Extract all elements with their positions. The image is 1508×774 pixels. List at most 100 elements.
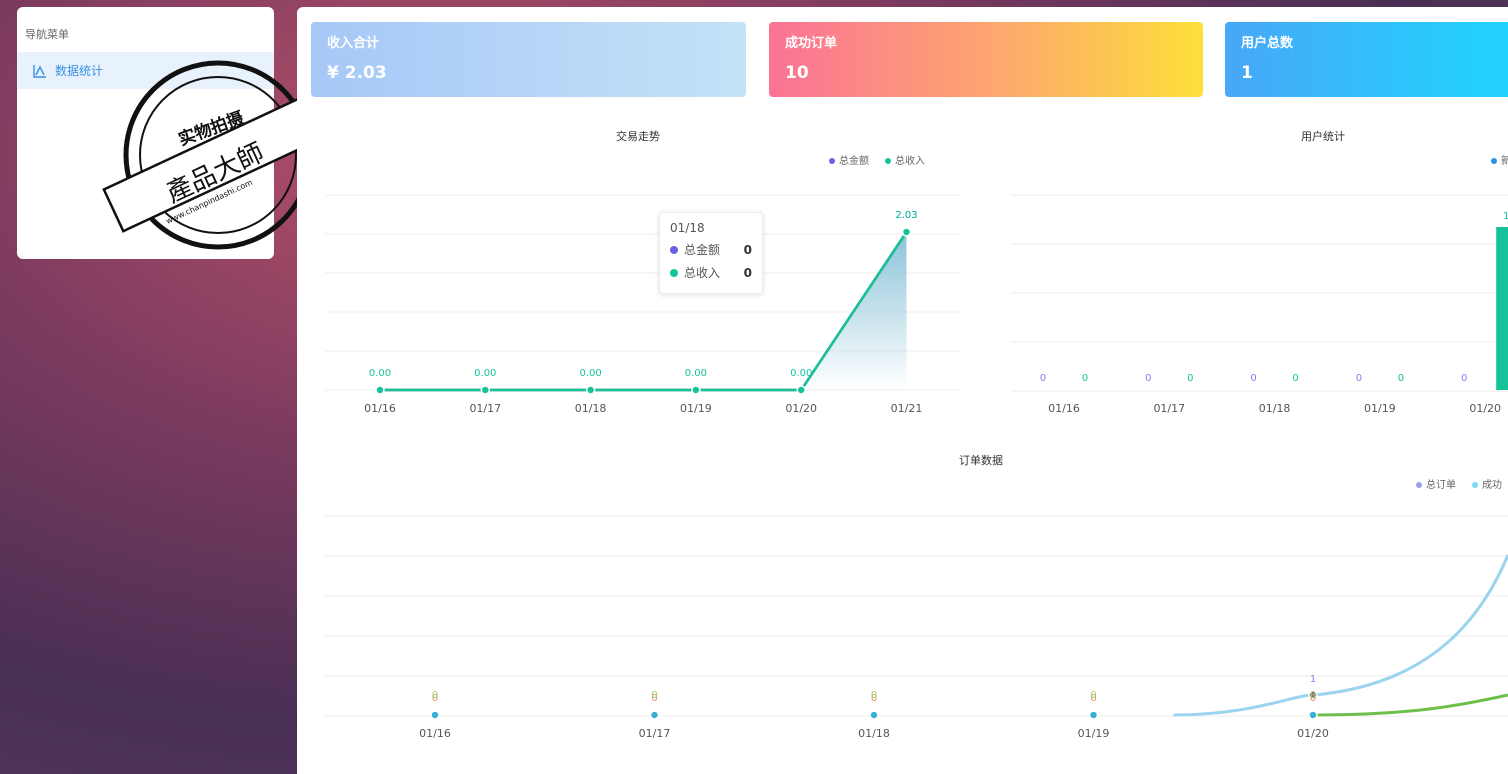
data-label: 0.00 [474, 368, 496, 379]
card-value: 10 [785, 63, 809, 83]
card-value: 1 [1241, 63, 1253, 83]
data-label: 0 [1090, 690, 1096, 701]
tooltip-dot [670, 268, 678, 277]
legend-label: 总订单 [1426, 480, 1456, 491]
bar-label: 1 [1503, 211, 1508, 222]
data-point [649, 710, 660, 720]
legend-dot [1491, 158, 1497, 164]
x-tick-label: 01/18 [575, 402, 607, 415]
bar [1496, 227, 1508, 390]
bar-label: 0 [1040, 373, 1046, 384]
x-tick-label: 01/16 [419, 727, 451, 740]
legend-item[interactable]: 新 [1491, 152, 1508, 167]
data-point [375, 385, 385, 395]
bar-label: 0 [1250, 373, 1256, 384]
data-point [1308, 710, 1318, 720]
legend-dot [1472, 482, 1478, 488]
data-label: 0 [871, 690, 877, 701]
chart-tooltip: 01/18 总金额 0 总收入 0 [659, 212, 763, 294]
legend-label: 成功 [1482, 480, 1502, 491]
data-point [1088, 710, 1099, 720]
legend-label: 总金额 [839, 156, 869, 167]
x-tick-label: 01/17 [469, 402, 501, 415]
tooltip-row: 总金额 0 [670, 241, 752, 258]
x-tick-label: 01/20 [1297, 727, 1329, 740]
bar-label: 0 [1398, 373, 1404, 384]
data-point [430, 710, 440, 720]
legend-item[interactable]: 成功 [1472, 476, 1502, 491]
tooltip-row: 总收入 0 [670, 264, 752, 281]
data-point [585, 385, 596, 395]
legend-dot [885, 158, 891, 164]
data-label: 0.00 [579, 368, 601, 379]
card-label: 收入合计 [327, 36, 380, 51]
sidebar-item-label: 数据统计 [55, 64, 104, 78]
tooltip-value: 0 [743, 265, 752, 280]
bar-label: 0 [1145, 373, 1151, 384]
data-point [480, 385, 491, 395]
legend-label: 新 [1501, 156, 1508, 167]
x-tick-label: 01/19 [680, 402, 712, 415]
tooltip-name: 总收入 [684, 266, 721, 280]
bar-label: 0 [1356, 373, 1362, 384]
tooltip-name: 总金额 [684, 243, 721, 257]
sidebar-item-data-stats[interactable]: 数据统计 [17, 52, 274, 89]
x-tick-label: 01/16 [1048, 402, 1080, 415]
income-total-card: 收入合计 ¥ 2.03 [311, 22, 746, 97]
x-tick-label: 01/16 [364, 402, 396, 415]
data-point [901, 227, 912, 237]
card-label: 成功订单 [785, 36, 838, 51]
tooltip-value: 0 [743, 242, 752, 257]
data-label: 0.00 [790, 368, 812, 379]
trade-trend-chart: 2.030.00 0.00 0.00 0.00 0.002.0301/16 01/17 01… [325, 194, 960, 415]
chart-icon [33, 64, 46, 78]
chart2-title: 用户统计 [1301, 130, 1345, 143]
legend-item[interactable]: 总收入 [885, 152, 925, 167]
bar-label: 0 [1082, 373, 1088, 384]
bar-label: 0 [1187, 373, 1193, 384]
total-users-card: 用户总数 1 [1225, 22, 1508, 97]
series-line [1312, 693, 1508, 717]
x-tick-label: 01/19 [1364, 402, 1396, 415]
tooltip-dot [670, 245, 678, 254]
series-line [1173, 554, 1508, 717]
tooltip-date: 01/18 [670, 221, 705, 235]
legend-item[interactable]: 总订单 [1416, 476, 1456, 491]
x-tick-label: 01/20 [785, 402, 817, 415]
x-tick-label: 01/19 [1078, 727, 1110, 740]
chart3-title: 订单数据 [959, 454, 1003, 467]
data-label: 0 [432, 690, 438, 701]
data-label: 0.00 [685, 368, 707, 379]
data-point [869, 710, 879, 720]
main-panel: 收入合计 ¥ 2.03 成功订单 10 用户总数 1 交易走势 总金额 总收入 … [297, 7, 1508, 774]
bar-label: 0 [1461, 373, 1467, 384]
sidebar: 导航菜单 数据统计 [17, 7, 274, 259]
data-label: 2.03 [895, 210, 917, 221]
data-point [691, 385, 701, 395]
x-tick-label: 01/17 [1153, 402, 1185, 415]
legend-item[interactable]: 总金额 [829, 152, 869, 167]
x-tick-label: 01/17 [639, 727, 671, 740]
data-label: 0 [1310, 690, 1316, 701]
order-data-chart: 0001/160001/170001/180001/1910001/20 [325, 515, 1508, 740]
chart1-legend: 总金额 总收入 [829, 152, 925, 167]
x-tick-label: 01/21 [891, 402, 923, 415]
user-stats-chart: 01/16 0 0 01/17 0 0 01/18 0 0 01/19 0 0 01/20 0 1 [1011, 194, 1508, 415]
x-tick-label: 01/18 [1259, 402, 1291, 415]
legend-label: 总收入 [895, 156, 925, 167]
data-label: 1 [1310, 674, 1316, 685]
data-point [796, 385, 806, 395]
legend-dot [1416, 482, 1422, 488]
sidebar-title: 导航菜单 [25, 28, 69, 41]
card-value: ¥ 2.03 [327, 63, 387, 83]
success-orders-card: 成功订单 10 [769, 22, 1203, 97]
x-tick-label: 01/18 [858, 727, 890, 740]
card-label: 用户总数 [1241, 36, 1294, 51]
data-label: 0 [651, 690, 657, 701]
bar-label: 0 [1292, 373, 1298, 384]
chart1-title: 交易走势 [616, 130, 660, 143]
x-tick-label: 01/20 [1469, 402, 1501, 415]
chart3-legend: 总订单 成功 [1416, 476, 1502, 491]
chart2-legend: 新 [1491, 152, 1508, 167]
legend-dot [829, 158, 835, 164]
